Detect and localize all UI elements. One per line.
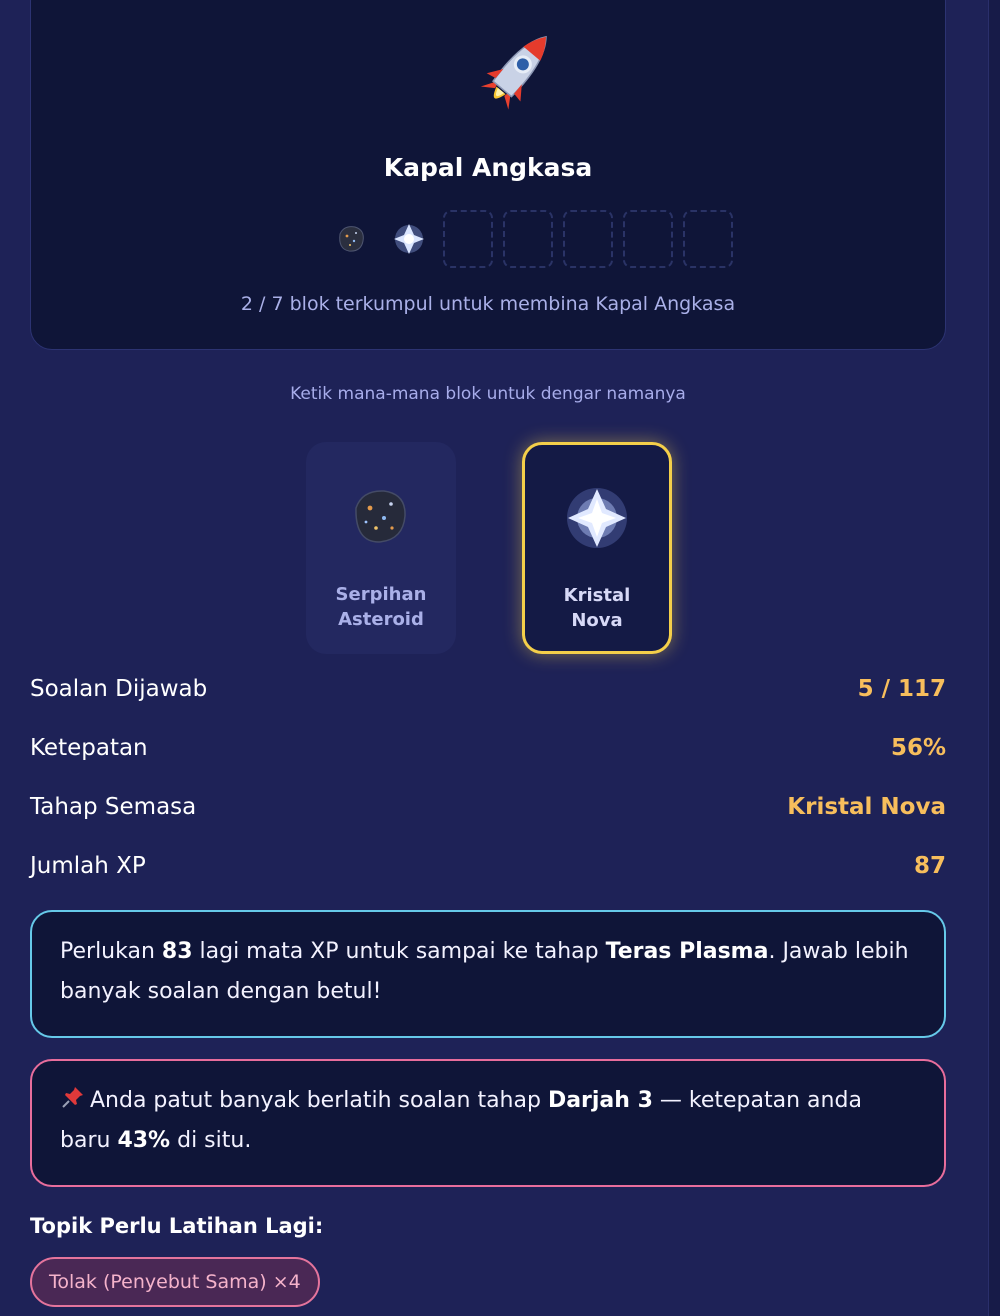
game-progress-page: Kapal Angkasa 2 / 7 blok terkumpul untuk… bbox=[0, 0, 1000, 1316]
stage-tile-nova-crystal[interactable]: Kristal Nova bbox=[522, 442, 672, 654]
stat-label: Tahap Semasa bbox=[30, 794, 197, 820]
weak-accuracy: 43% bbox=[117, 1128, 171, 1153]
notice-text: di situ. bbox=[170, 1128, 252, 1153]
pushpin-icon bbox=[62, 1087, 83, 1108]
tap-hint: Ketik mana-mana blok untuk dengar namany… bbox=[290, 384, 686, 404]
topics-heading: Topik Perlu Latihan Lagi: bbox=[30, 1214, 324, 1238]
empty-block-slot bbox=[563, 210, 613, 268]
xp-notice: Perlukan 83 lagi mata XP untuk sampai ke… bbox=[30, 910, 946, 1038]
stat-label: Ketepatan bbox=[30, 735, 148, 761]
stat-label: Jumlah XP bbox=[30, 853, 146, 879]
weak-level: Darjah 3 bbox=[547, 1088, 653, 1113]
stat-label: Soalan Dijawab bbox=[30, 676, 208, 702]
practice-notice: Anda patut banyak berlatih soalan tahap … bbox=[30, 1059, 946, 1187]
empty-block-slot bbox=[623, 210, 673, 268]
asteroid-icon bbox=[339, 226, 364, 252]
stat-current-stage: Tahap Semasa Kristal Nova bbox=[30, 794, 946, 820]
collected-block-nova-crystal[interactable] bbox=[385, 210, 433, 268]
stage-label: Serpihan Asteroid bbox=[335, 584, 427, 630]
stat-answered: Soalan Dijawab 5 / 117 bbox=[30, 676, 946, 702]
notice-text: lagi mata XP untuk sampai ke tahap bbox=[192, 939, 606, 964]
stat-xp: Jumlah XP 87 bbox=[30, 853, 946, 879]
stat-accuracy: Ketepatan 56% bbox=[30, 735, 946, 761]
nova-crystal-icon bbox=[567, 488, 627, 548]
notice-text: Anda patut banyak berlatih soalan tahap bbox=[90, 1088, 548, 1113]
empty-block-slot bbox=[443, 210, 493, 268]
stat-value: 87 bbox=[913, 853, 946, 879]
asteroid-icon bbox=[355, 490, 406, 543]
build-progress-text: 2 / 7 blok terkumpul untuk membina Kapal… bbox=[240, 293, 736, 315]
stat-value: Kristal Nova bbox=[787, 794, 946, 820]
block-collection bbox=[327, 209, 733, 269]
topic-chip[interactable]: Tolak (Penyebut Sama) ×4 bbox=[30, 1257, 320, 1307]
stage-tile-asteroid[interactable]: Serpihan Asteroid bbox=[306, 442, 456, 654]
notice-text: Perlukan bbox=[60, 939, 162, 964]
stat-value: 5 / 117 bbox=[857, 676, 946, 702]
ship-title: Kapal Angkasa bbox=[383, 153, 593, 182]
nova-crystal-icon bbox=[394, 224, 424, 254]
xp-needed: 83 bbox=[161, 939, 193, 964]
ship-build-card: Kapal Angkasa 2 / 7 blok terkumpul untuk… bbox=[30, 0, 946, 350]
collected-block-asteroid[interactable] bbox=[327, 210, 375, 268]
stat-value: 56% bbox=[890, 735, 946, 761]
scrollbar[interactable] bbox=[988, 0, 1000, 1316]
empty-block-slot bbox=[503, 210, 553, 268]
next-stage-name: Teras Plasma bbox=[605, 939, 769, 964]
rocket-icon bbox=[480, 35, 547, 110]
empty-block-slot bbox=[683, 210, 733, 268]
stage-label: Kristal Nova bbox=[563, 585, 631, 631]
